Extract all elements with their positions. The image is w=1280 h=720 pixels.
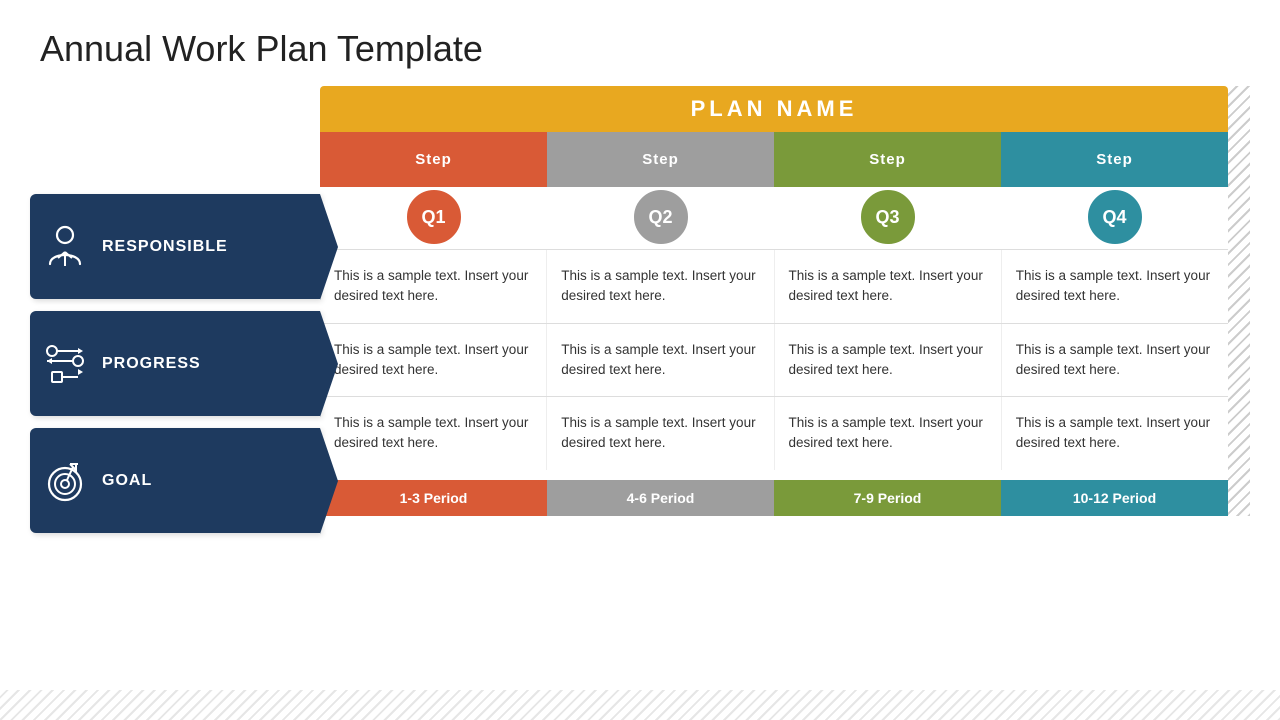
content-rows: This is a sample text. Insert your desir…	[320, 249, 1228, 470]
responsible-label: RESPONSIBLE	[102, 238, 228, 256]
responsible-cell-q4: This is a sample text. Insert your desir…	[1002, 250, 1228, 323]
period-q1: 1-3 Period	[320, 480, 547, 516]
goal-cell-q1: This is a sample text. Insert your desir…	[320, 397, 547, 470]
person-icon	[40, 222, 90, 272]
goal-cell-q3: This is a sample text. Insert your desir…	[775, 397, 1002, 470]
step-q3-label: Step	[774, 132, 1001, 187]
table-area: PLAN NAME Step Q1 Step Q2 Step Q3	[320, 86, 1250, 545]
progress-cell-q2: This is a sample text. Insert your desir…	[547, 324, 774, 397]
responsible-content-row: This is a sample text. Insert your desir…	[320, 249, 1228, 323]
step-q1: Step Q1	[320, 132, 547, 217]
page-title: Annual Work Plan Template	[0, 0, 1280, 86]
step-q3-circle: Q3	[858, 187, 918, 247]
responsible-cell-q1: This is a sample text. Insert your desir…	[320, 250, 547, 323]
sidebar-item-goal: GOAL	[30, 428, 320, 533]
plan-name-bar: PLAN NAME	[320, 86, 1228, 132]
period-bar: 1-3 Period 4-6 Period 7-9 Period 10-12 P…	[320, 480, 1228, 516]
sidebar: RESPONSIBLE PROGRESS	[30, 194, 320, 545]
responsible-cell-q3: This is a sample text. Insert your desir…	[775, 250, 1002, 323]
bottom-stripe	[0, 690, 1280, 720]
goal-content-row: This is a sample text. Insert your desir…	[320, 396, 1228, 470]
progress-content-row: This is a sample text. Insert your desir…	[320, 323, 1228, 397]
sidebar-item-progress: PROGRESS	[30, 311, 320, 416]
step-q2: Step Q2	[547, 132, 774, 217]
arrows-icon	[40, 339, 90, 389]
step-q2-label: Step	[547, 132, 774, 187]
period-q2: 4-6 Period	[547, 480, 774, 516]
responsible-cell-q2: This is a sample text. Insert your desir…	[547, 250, 774, 323]
step-q1-label: Step	[320, 132, 547, 187]
sidebar-item-responsible: RESPONSIBLE	[30, 194, 320, 299]
progress-cell-q3: This is a sample text. Insert your desir…	[775, 324, 1002, 397]
steps-row: Step Q1 Step Q2 Step Q3 Step Q4	[320, 132, 1228, 217]
step-q3: Step Q3	[774, 132, 1001, 217]
goal-cell-q2: This is a sample text. Insert your desir…	[547, 397, 774, 470]
step-q2-circle: Q2	[631, 187, 691, 247]
step-q4-circle: Q4	[1085, 187, 1145, 247]
goal-label: GOAL	[102, 472, 152, 490]
progress-label: PROGRESS	[102, 355, 201, 373]
target-icon	[40, 456, 90, 506]
period-q4: 10-12 Period	[1001, 480, 1228, 516]
step-q1-circle: Q1	[404, 187, 464, 247]
goal-cell-q4: This is a sample text. Insert your desir…	[1002, 397, 1228, 470]
progress-cell-q4: This is a sample text. Insert your desir…	[1002, 324, 1228, 397]
step-q4-label: Step	[1001, 132, 1228, 187]
stripe-decoration	[1228, 86, 1250, 516]
progress-cell-q1: This is a sample text. Insert your desir…	[320, 324, 547, 397]
period-q3: 7-9 Period	[774, 480, 1001, 516]
step-q4: Step Q4	[1001, 132, 1228, 217]
